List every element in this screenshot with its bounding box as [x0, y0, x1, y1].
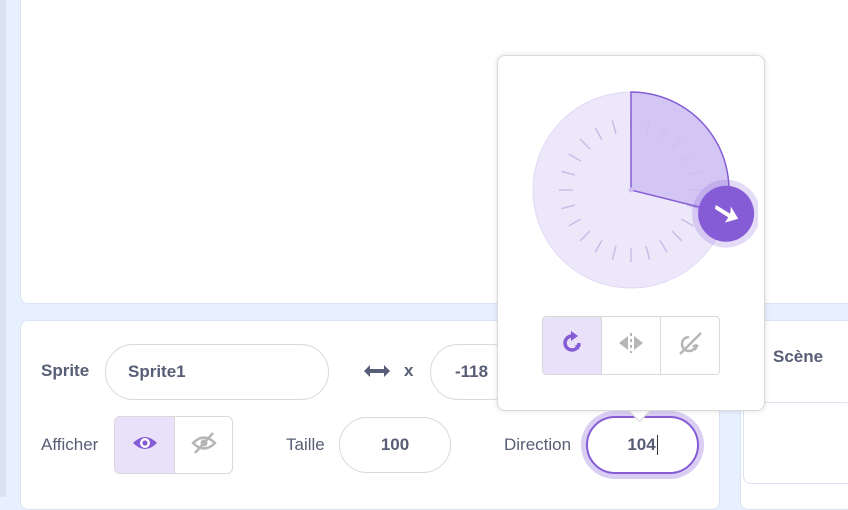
arrows-horizontal-icon [362, 362, 392, 385]
rotation-all-around-button[interactable] [542, 316, 602, 375]
direction-handle[interactable] [692, 179, 758, 248]
show-label: Afficher [41, 435, 99, 454]
left-rail [0, 0, 6, 497]
rotation-left-right-button[interactable] [601, 316, 661, 375]
text-caret [656, 435, 658, 455]
eye-slash-icon [190, 431, 218, 460]
rotate-icon [559, 330, 585, 361]
direction-dial[interactable] [518, 74, 758, 304]
x-label: x [404, 361, 414, 380]
x-value: -118 [455, 362, 489, 381]
direction-value: 104 [627, 435, 656, 454]
flip-horizontal-icon [617, 331, 645, 360]
stage-label: Scène [773, 347, 824, 366]
eye-icon [131, 433, 159, 458]
no-rotate-icon [676, 329, 704, 362]
sprite-label: Sprite [41, 361, 90, 380]
stage-thumbnail[interactable] [743, 402, 848, 484]
direction-label: Direction [504, 435, 572, 454]
size-value: 100 [380, 435, 410, 454]
size-input[interactable]: 100 [339, 417, 451, 473]
rotation-dont-rotate-button[interactable] [660, 316, 720, 375]
sprite-name-input[interactable]: Sprite1 [105, 344, 329, 400]
direction-popover [497, 55, 765, 411]
size-label: Taille [286, 435, 325, 454]
hide-sprite-button[interactable] [174, 416, 233, 474]
sprite-name-value: Sprite1 [128, 362, 186, 381]
direction-input[interactable]: 104 [586, 416, 699, 474]
show-sprite-button[interactable] [114, 416, 175, 474]
